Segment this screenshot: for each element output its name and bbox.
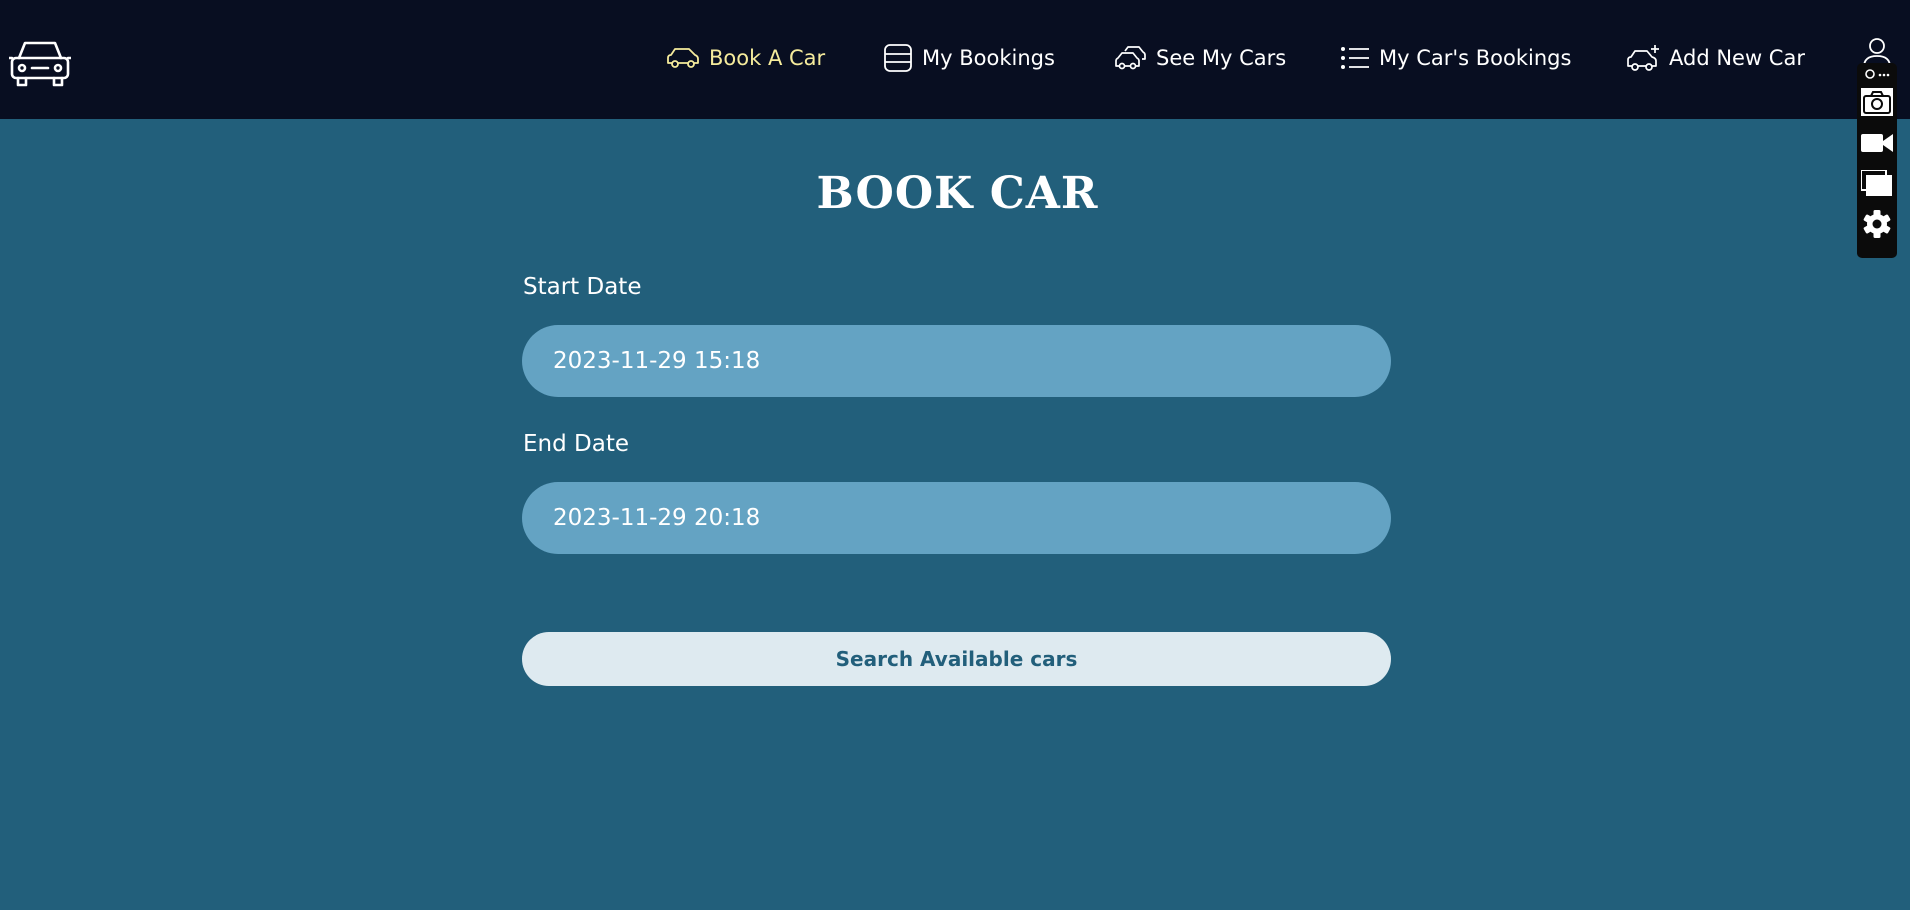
nav-label: See My Cars xyxy=(1156,46,1287,70)
nav-label: My Bookings xyxy=(922,46,1055,70)
list-box-icon xyxy=(884,44,912,72)
capture-toolbar xyxy=(1857,63,1897,258)
start-date-label: Start Date xyxy=(523,274,642,300)
search-available-cars-button[interactable]: Search Available cars xyxy=(522,632,1391,686)
page-title: BOOK CAR xyxy=(816,168,1099,219)
nav-label: Book A Car xyxy=(709,46,826,70)
end-date-input[interactable] xyxy=(522,482,1391,554)
top-navbar: Book A Car My Bookings See My Cars My Ca… xyxy=(0,0,1910,119)
extension-menu-icon[interactable] xyxy=(1857,67,1897,81)
start-date-input[interactable] xyxy=(522,325,1391,397)
car-logo-icon[interactable] xyxy=(8,35,72,91)
nav-my-bookings[interactable]: My Bookings xyxy=(883,40,1055,76)
nav-my-cars-bookings[interactable]: My Car's Bookings xyxy=(1340,40,1571,76)
car-icon xyxy=(667,48,699,68)
end-date-label: End Date xyxy=(523,431,629,457)
car-plus-icon xyxy=(1627,45,1659,71)
bullet-list-icon xyxy=(1341,47,1369,69)
nav-label: My Car's Bookings xyxy=(1379,46,1572,70)
nav-book-a-car[interactable]: Book A Car xyxy=(666,40,825,76)
camera-icon[interactable] xyxy=(1857,85,1897,119)
nav-label: Add New Car xyxy=(1669,46,1805,70)
video-icon[interactable] xyxy=(1857,127,1897,159)
nav-see-my-cars[interactable]: See My Cars xyxy=(1114,40,1286,76)
cars-icon xyxy=(1115,46,1146,70)
nav-add-new-car[interactable]: Add New Car xyxy=(1626,40,1805,76)
